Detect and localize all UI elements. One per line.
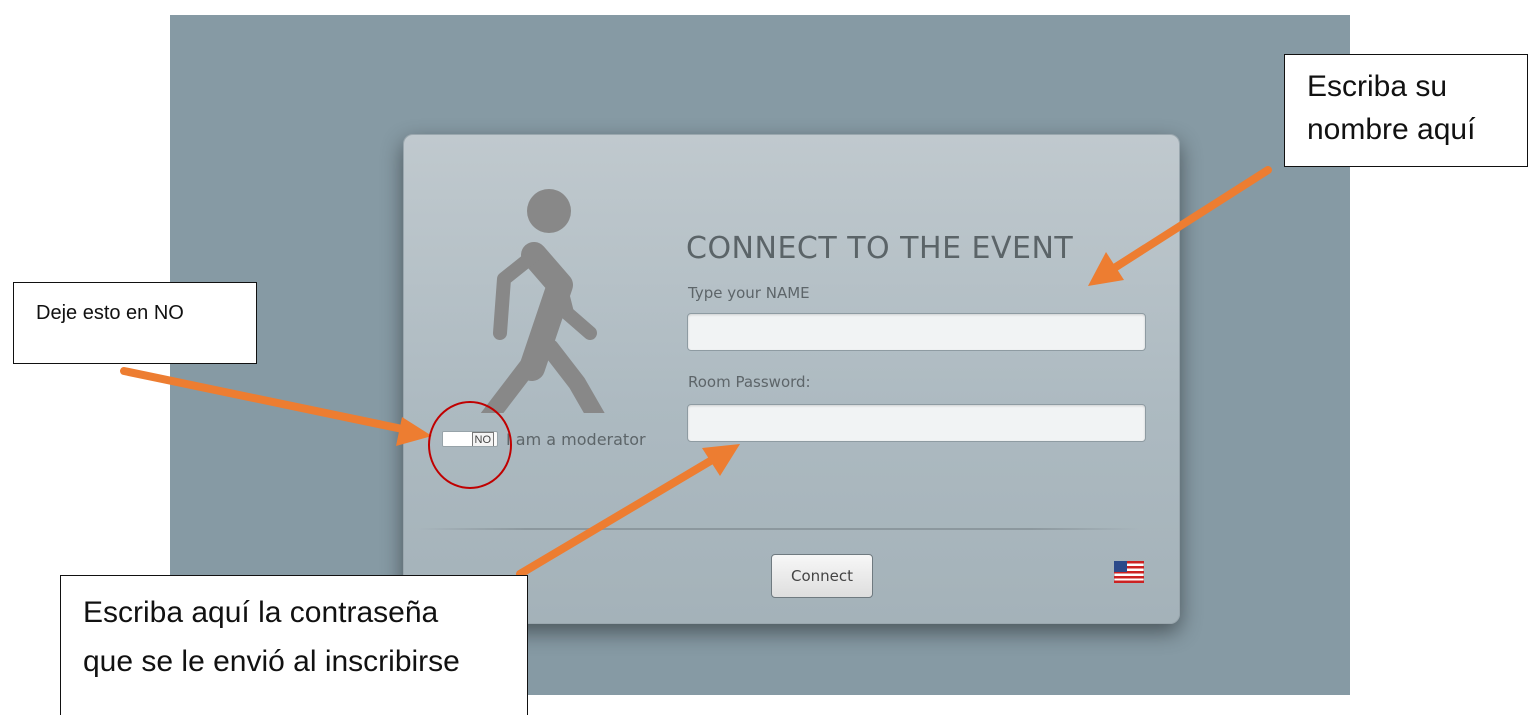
name-input[interactable] <box>687 313 1146 351</box>
connect-dialog: CONNECT TO THE EVENT Type your NAME Room… <box>403 134 1180 624</box>
moderator-toggle[interactable]: NO <box>442 431 498 447</box>
password-callout: Escriba aquí la contraseña que se le env… <box>60 575 528 715</box>
toggle-handle <box>443 432 474 446</box>
dialog-divider <box>418 528 1139 530</box>
name-callout-line-2: nombre aquí <box>1307 113 1476 146</box>
us-flag-icon[interactable] <box>1114 561 1144 583</box>
password-label: Room Password: <box>688 373 811 391</box>
toggle-callout: Deje esto en NO <box>13 282 257 364</box>
toggle-state-label: NO <box>471 432 494 446</box>
name-callout: Escriba su nombre aquí <box>1284 54 1528 167</box>
walking-person-icon <box>480 189 605 413</box>
connect-button[interactable]: Connect <box>771 554 873 598</box>
moderator-label: I am a moderator <box>506 430 646 449</box>
password-input[interactable] <box>687 404 1146 442</box>
name-label: Type your NAME <box>688 284 810 302</box>
name-callout-line-1: Escriba su <box>1307 70 1448 103</box>
password-callout-line-2: que se le envió al inscribirse <box>83 645 460 678</box>
password-callout-line-1: Escriba aquí la contraseña <box>83 596 439 629</box>
dialog-title: CONNECT TO THE EVENT <box>686 231 1074 266</box>
